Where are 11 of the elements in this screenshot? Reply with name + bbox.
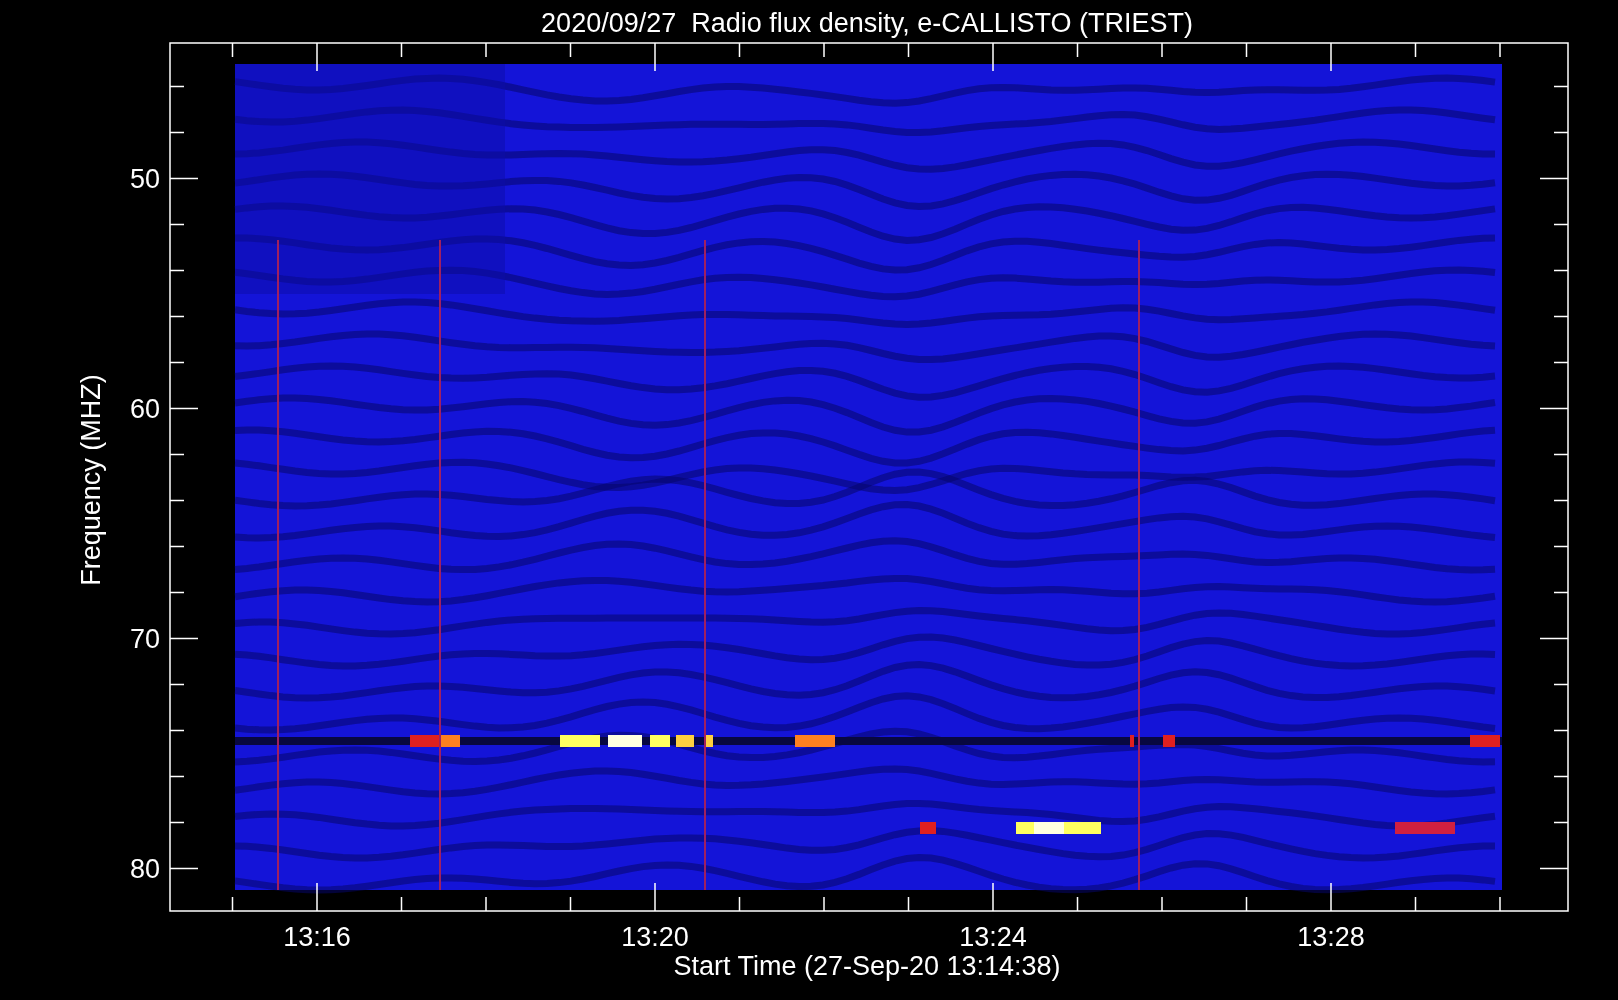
chart-title: 2020/09/27 Radio flux density, e-CALLISTO (TRIEST) (541, 8, 1193, 38)
y-tick-label: 60 (129, 393, 160, 424)
x-tick-label: 13:28 (1297, 922, 1365, 952)
x-axis-label: Start Time (27-Sep-20 13:14:38) (673, 951, 1061, 981)
y-axis-label: Frequency (MHZ) (76, 374, 106, 586)
y-tick-label: 80 (129, 853, 160, 884)
y-tick-label: 50 (129, 163, 160, 194)
x-tick-label: 13:24 (959, 922, 1027, 952)
x-tick-label: 13:20 (621, 922, 689, 952)
y-tick-label: 70 (129, 623, 160, 654)
x-tick-label: 13:16 (283, 922, 351, 952)
